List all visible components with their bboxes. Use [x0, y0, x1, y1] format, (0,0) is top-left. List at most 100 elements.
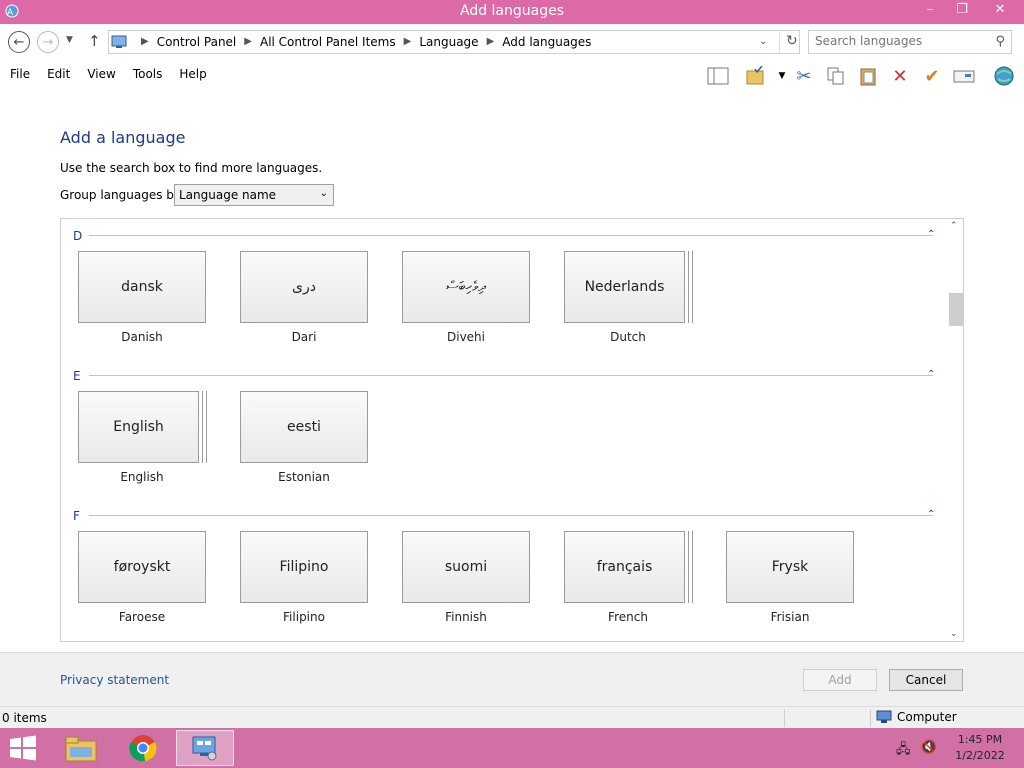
forward-button[interactable]: → — [37, 31, 59, 53]
collapse-icon[interactable]: ⌃ — [927, 229, 935, 240]
scroll-down-icon[interactable]: ⌄ — [950, 629, 958, 639]
location-label: Computer — [897, 710, 957, 724]
page-title: Add a language — [60, 128, 186, 147]
search-box[interactable]: ⚲ — [808, 30, 1012, 54]
group-by-select[interactable]: Language name ⌄ — [174, 184, 334, 206]
layout-pane-icon[interactable] — [706, 64, 730, 88]
group-by-value: Language name — [179, 188, 277, 202]
collapse-icon[interactable]: ⌃ — [927, 369, 935, 380]
copy-icon[interactable] — [824, 64, 848, 88]
language-label: English — [120, 470, 164, 484]
language-tile-finnish[interactable]: suomi — [402, 531, 530, 603]
language-label: Finnish — [445, 610, 487, 624]
language-tile-frisian[interactable]: Frysk — [726, 531, 854, 603]
vertical-scrollbar[interactable]: ⌃ ⌄ — [947, 219, 963, 641]
arrow-right-icon: → — [42, 34, 54, 50]
section-letter: F — [73, 509, 80, 523]
language-tile-faroese[interactable]: føroyskt — [78, 531, 206, 603]
cancel-button[interactable]: Cancel — [889, 669, 963, 691]
navigation-bar: ← → ▼ ↑ ▶ Control Panel ▶ All Control Pa… — [0, 24, 1024, 60]
language-label: Danish — [121, 330, 163, 344]
section-letter: E — [73, 369, 81, 383]
dialog-footer: Privacy statement Add Cancel — [0, 652, 1024, 706]
location-indicator: Computer — [876, 710, 957, 724]
address-bar[interactable]: ▶ Control Panel ▶ All Control Panel Item… — [108, 30, 800, 54]
network-icon[interactable]: 🖧 — [896, 740, 911, 762]
menu-help[interactable]: Help — [179, 67, 206, 81]
language-label: Dutch — [610, 330, 646, 344]
language-label: Dari — [291, 330, 317, 344]
language-label: Filipino — [283, 610, 325, 624]
recent-locations-dropdown[interactable]: ▼ — [66, 35, 73, 45]
refresh-icon[interactable]: ↻ — [779, 33, 798, 53]
chrome-icon — [129, 735, 157, 762]
search-hint: Use the search box to find more language… — [60, 161, 323, 175]
section-divider — [89, 375, 933, 376]
volume-muted-icon[interactable]: 🔇 — [921, 740, 937, 762]
section-letter: D — [73, 229, 83, 243]
delete-icon[interactable]: ✕ — [888, 64, 912, 88]
menu-edit[interactable]: Edit — [47, 67, 70, 81]
status-bar: 0 items Computer — [0, 706, 1024, 728]
chevron-right-icon: ▶ — [141, 36, 149, 47]
chevron-right-icon: ▶ — [486, 36, 495, 47]
privacy-statement-link[interactable]: Privacy statement — [60, 673, 169, 687]
language-tile-danish[interactable]: dansk — [78, 251, 206, 323]
chevron-right-icon: ▶ — [403, 36, 412, 47]
search-input[interactable] — [815, 34, 985, 48]
language-tile-dutch[interactable]: Nederlands — [564, 251, 685, 323]
chrome-taskbar-button[interactable] — [114, 730, 172, 766]
language-tile-english[interactable]: English — [78, 391, 199, 463]
language-label: Estonian — [278, 470, 330, 484]
section-header-d: D ⌃ — [73, 229, 943, 243]
collapse-icon[interactable]: ⌃ — [927, 509, 935, 520]
control-panel-taskbar-button[interactable] — [176, 730, 234, 766]
chevron-down-icon[interactable]: ⌄ — [759, 36, 767, 47]
group-by-label: Group languages by: — [60, 188, 185, 202]
folder-options-icon[interactable] — [744, 64, 768, 88]
language-list[interactable]: D ⌃ dansk Danish دری Dari ދިވެހިބަސް Div… — [60, 218, 964, 642]
clock[interactable]: 1:45 PM 1/2/2022 — [950, 732, 1010, 764]
menu-file[interactable]: File — [10, 67, 30, 81]
language-tile-filipino[interactable]: Filipino — [240, 531, 368, 603]
close-button[interactable]: ✕ — [980, 0, 1020, 22]
language-tile-estonian[interactable]: eesti — [240, 391, 368, 463]
breadcrumb-language[interactable]: Language — [419, 35, 478, 49]
minimize-button[interactable]: – — [916, 0, 944, 22]
computer-icon — [876, 710, 892, 723]
menu-view[interactable]: View — [87, 67, 115, 81]
breadcrumb-all-items[interactable]: All Control Panel Items — [260, 35, 396, 49]
globe-icon[interactable] — [992, 64, 1016, 88]
back-button[interactable]: ← — [8, 31, 30, 53]
chevron-right-icon: ▶ — [244, 36, 252, 47]
language-tile-divehi[interactable]: ދިވެހިބަސް — [402, 251, 530, 323]
add-button[interactable]: Add — [803, 669, 877, 691]
checkmark-icon[interactable]: ✔ — [920, 64, 944, 88]
breadcrumb-add-languages[interactable]: Add languages — [502, 35, 591, 49]
system-tray: 🖧 🔇 — [896, 740, 937, 762]
paste-icon[interactable] — [856, 64, 880, 88]
file-explorer-taskbar-button[interactable] — [52, 730, 110, 766]
breadcrumb-control-panel[interactable]: Control Panel — [157, 35, 237, 49]
windows-start-icon[interactable] — [8, 735, 38, 761]
section-divider — [89, 515, 933, 516]
folder-icon — [65, 736, 97, 762]
search-icon[interactable]: ⚲ — [995, 34, 1005, 49]
status-divider — [784, 709, 785, 727]
scrollbar-thumb[interactable] — [949, 293, 963, 326]
maximize-button[interactable]: ❐ — [948, 0, 976, 22]
menu-tools[interactable]: Tools — [133, 67, 163, 81]
cut-icon[interactable]: ✂ — [792, 64, 816, 88]
title-bar: A Add languages – ❐ ✕ — [0, 0, 1024, 24]
language-label: Divehi — [447, 330, 485, 344]
chevron-down-icon[interactable]: ▼ — [770, 64, 794, 88]
status-divider — [870, 709, 871, 727]
arrow-up-icon: ↑ — [88, 32, 101, 50]
section-header-f: F ⌃ — [73, 509, 943, 523]
properties-icon[interactable] — [952, 64, 976, 88]
language-tile-dari[interactable]: دری — [240, 251, 368, 323]
language-tile-french[interactable]: français — [564, 531, 685, 603]
scroll-up-icon[interactable]: ⌃ — [950, 221, 958, 231]
up-button[interactable]: ↑ — [88, 32, 101, 50]
section-header-e: E ⌃ — [73, 369, 943, 383]
